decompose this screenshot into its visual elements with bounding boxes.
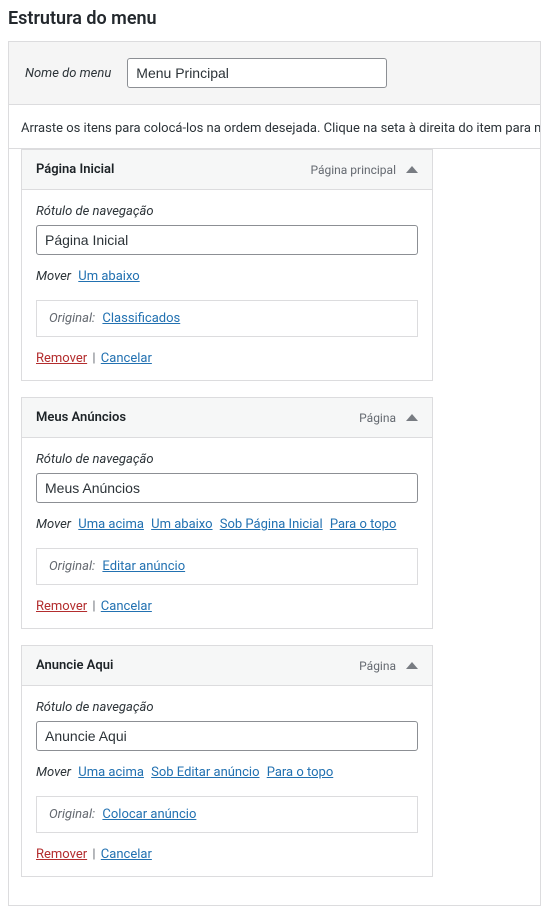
action-row: Remover | Cancelar [36, 351, 418, 366]
menu-item-type: Página [359, 659, 418, 673]
menu-item-type: Página [359, 411, 418, 425]
menu-item-body: Rótulo de navegação Mover Uma acima Sob … [22, 686, 432, 876]
move-row: Mover Uma acima Um abaixo Sob Página Ini… [36, 517, 418, 532]
nav-label: Rótulo de navegação [36, 204, 418, 219]
collapse-icon[interactable] [406, 166, 418, 173]
menu-item-title: Anuncie Aqui [36, 658, 113, 673]
menu-item-body: Rótulo de navegação Mover Uma acima Um a… [22, 438, 432, 628]
move-label: Mover [36, 765, 71, 780]
menu-item-header[interactable]: Meus Anúncios Página [22, 398, 432, 438]
original-label: Original: [49, 311, 95, 326]
menu-item-header[interactable]: Anuncie Aqui Página [22, 646, 432, 686]
menu-item-title: Meus Anúncios [36, 410, 126, 425]
nav-label-input[interactable] [36, 721, 418, 751]
move-link[interactable]: Sob Editar anúncio [151, 765, 259, 780]
move-row: Mover Um abaixo [36, 269, 418, 284]
menu-item-body: Rótulo de navegação Mover Um abaixo Orig… [22, 190, 432, 380]
page-title: Estrutura do menu [8, 8, 541, 29]
menu-item: Meus Anúncios Página Rótulo de navegação… [21, 397, 433, 629]
move-link[interactable]: Sob Página Inicial [220, 517, 323, 532]
move-row: Mover Uma acima Sob Editar anúncio Para … [36, 765, 418, 780]
collapse-icon[interactable] [406, 662, 418, 669]
original-box: Original: Editar anúncio [36, 548, 418, 585]
separator: | [92, 351, 95, 366]
original-box: Original: Classificados [36, 300, 418, 337]
move-link[interactable]: Uma acima [78, 765, 144, 780]
action-row: Remover | Cancelar [36, 599, 418, 614]
menu-item: Página Inicial Página principal Rótulo d… [21, 149, 433, 381]
separator: | [92, 847, 95, 862]
cancel-link[interactable]: Cancelar [101, 847, 152, 862]
menu-items-container: Página Inicial Página principal Rótulo d… [8, 149, 541, 906]
remove-link[interactable]: Remover [36, 351, 87, 366]
separator: | [92, 599, 95, 614]
move-link[interactable]: Para o topo [267, 765, 334, 780]
collapse-icon[interactable] [406, 414, 418, 421]
nav-label: Rótulo de navegação [36, 452, 418, 467]
menu-item-type-label: Página principal [310, 163, 396, 177]
menu-name-label: Nome do menu [25, 66, 111, 81]
menu-item-type-label: Página [359, 659, 396, 673]
original-link[interactable]: Classificados [102, 311, 180, 326]
action-row: Remover | Cancelar [36, 847, 418, 862]
menu-item-title: Página Inicial [36, 162, 114, 177]
menu-item: Anuncie Aqui Página Rótulo de navegação … [21, 645, 433, 877]
move-link[interactable]: Um abaixo [151, 517, 212, 532]
menu-name-row: Nome do menu [8, 41, 541, 105]
move-label: Mover [36, 517, 71, 532]
menu-item-type: Página principal [310, 163, 418, 177]
remove-link[interactable]: Remover [36, 847, 87, 862]
menu-item-type-label: Página [359, 411, 396, 425]
move-link[interactable]: Para o topo [330, 517, 397, 532]
move-link[interactable]: Um abaixo [78, 269, 139, 284]
original-link[interactable]: Colocar anúncio [102, 807, 196, 822]
nav-label-input[interactable] [36, 225, 418, 255]
nav-label-input[interactable] [36, 473, 418, 503]
original-box: Original: Colocar anúncio [36, 796, 418, 833]
move-label: Mover [36, 269, 71, 284]
original-link[interactable]: Editar anúncio [102, 559, 185, 574]
cancel-link[interactable]: Cancelar [101, 351, 152, 366]
move-link[interactable]: Uma acima [78, 517, 144, 532]
original-label: Original: [49, 559, 95, 574]
menu-item-header[interactable]: Página Inicial Página principal [22, 150, 432, 190]
instruction-text: Arraste os itens para colocá-los na orde… [8, 105, 541, 149]
nav-label: Rótulo de navegação [36, 700, 418, 715]
remove-link[interactable]: Remover [36, 599, 87, 614]
cancel-link[interactable]: Cancelar [101, 599, 152, 614]
original-label: Original: [49, 807, 95, 822]
menu-name-input[interactable] [127, 58, 387, 88]
